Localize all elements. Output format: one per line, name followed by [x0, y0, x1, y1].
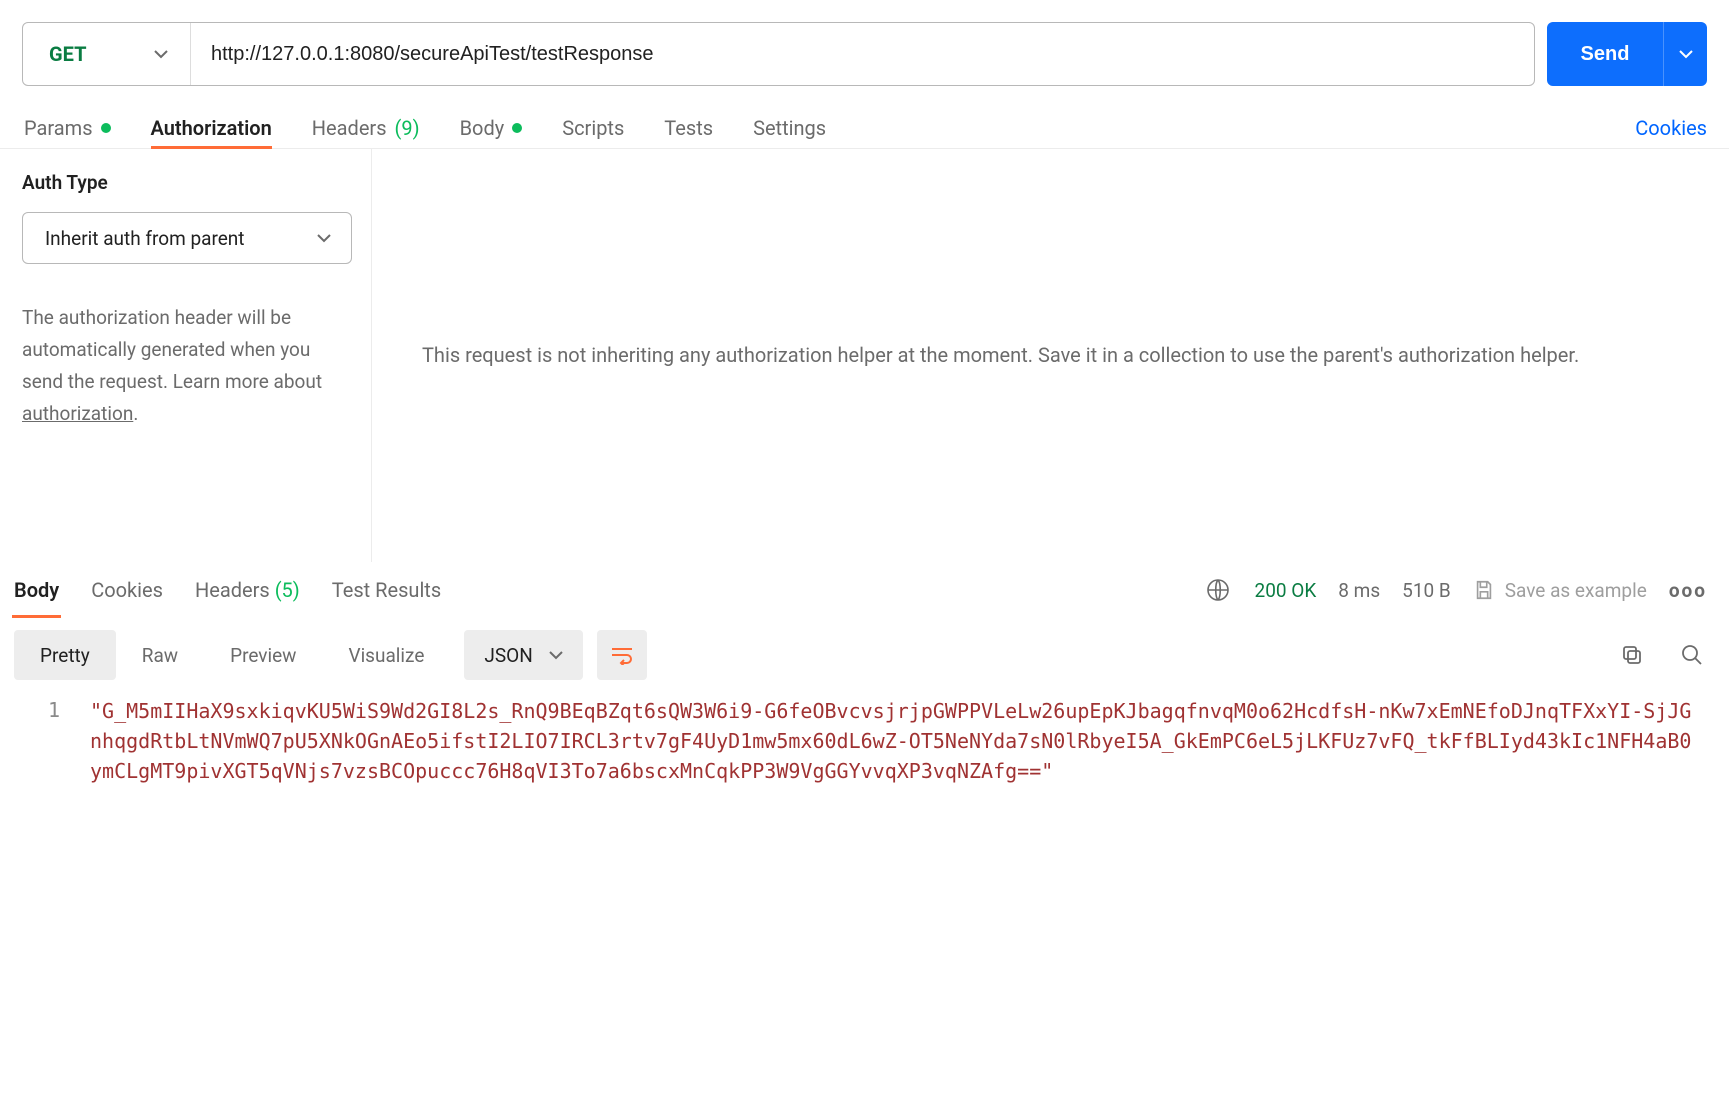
response-view-bar: Pretty Raw Preview Visualize JSON [0, 618, 1729, 690]
cookies-link[interactable]: Cookies [1635, 116, 1707, 140]
chevron-down-icon [549, 650, 563, 660]
tab-settings-label: Settings [753, 116, 826, 140]
request-url-input[interactable] [191, 23, 1534, 85]
search-icon [1680, 643, 1704, 667]
auth-type-selected: Inherit auth from parent [45, 227, 245, 250]
response-size: 510 B [1402, 579, 1451, 602]
auth-panel-row: Auth Type Inherit auth from parent The a… [0, 149, 1729, 562]
view-raw[interactable]: Raw [116, 630, 204, 680]
res-tab-headers-count: (5) [275, 578, 300, 602]
response-body: 1 "G_M5mIIHaX9sxkiqvKU5WiS9Wd2GI8L2s_RnQ… [0, 690, 1729, 786]
response-status: 200 OK [1255, 579, 1317, 602]
auth-info-pane: This request is not inheriting any autho… [372, 149, 1729, 562]
tab-body-label: Body [460, 116, 505, 140]
request-bar: GET Send [0, 0, 1729, 86]
response-body-text[interactable]: "G_M5mIIHaX9sxkiqvKU5WiS9Wd2GI8L2s_RnQ9B… [90, 696, 1715, 786]
tab-params-label: Params [24, 116, 93, 140]
auth-desc-post: . [133, 402, 138, 425]
send-button-group: Send [1547, 22, 1707, 86]
save-as-example-label: Save as example [1505, 579, 1647, 602]
auth-info-message: This request is not inheriting any autho… [422, 340, 1579, 371]
dot-indicator-icon [101, 123, 111, 133]
save-icon [1473, 579, 1495, 601]
body-language-label: JSON [484, 644, 532, 667]
view-visualize[interactable]: Visualize [322, 630, 450, 680]
body-language-select[interactable]: JSON [464, 630, 582, 680]
tab-scripts[interactable]: Scripts [562, 108, 624, 148]
response-tabs: Body Cookies Headers (5) Test Results 20… [0, 562, 1729, 618]
view-preview[interactable]: Preview [204, 630, 322, 680]
wrap-lines-button[interactable] [597, 630, 647, 680]
tab-params[interactable]: Params [24, 108, 111, 148]
send-dropdown-button[interactable] [1663, 22, 1707, 86]
auth-description: The authorization header will be automat… [22, 302, 347, 430]
view-actions-right [1617, 640, 1707, 670]
response-time: 8 ms [1338, 579, 1380, 602]
tab-headers-label: Headers [312, 116, 387, 140]
tab-tests[interactable]: Tests [664, 108, 713, 148]
search-response-button[interactable] [1677, 640, 1707, 670]
copy-icon [1620, 643, 1644, 667]
chevron-down-icon [317, 233, 331, 243]
tab-scripts-label: Scripts [562, 116, 624, 140]
res-tab-test-results[interactable]: Test Results [330, 562, 443, 618]
line-number: 1 [14, 696, 90, 786]
wrap-icon [610, 645, 634, 665]
body-view-toggle: Pretty Raw Preview Visualize [14, 630, 450, 680]
view-pretty[interactable]: Pretty [14, 630, 116, 680]
http-method-select[interactable]: GET [23, 23, 191, 85]
auth-type-title: Auth Type [22, 171, 347, 194]
tab-authorization-label: Authorization [151, 116, 272, 140]
auth-panel: Auth Type Inherit auth from parent The a… [0, 149, 372, 562]
more-actions-button[interactable]: ooo [1669, 579, 1707, 602]
dot-indicator-icon [512, 123, 522, 133]
save-as-example-button[interactable]: Save as example [1473, 579, 1647, 602]
globe-icon[interactable] [1203, 575, 1233, 605]
auth-desc-text: The authorization header will be automat… [22, 306, 322, 393]
tab-settings[interactable]: Settings [753, 108, 826, 148]
request-tabs: Params Authorization Headers (9) Body Sc… [0, 86, 1729, 149]
response-meta: 200 OK 8 ms 510 B Save as example ooo [1203, 575, 1707, 605]
chevron-down-icon [154, 49, 168, 59]
res-tab-body[interactable]: Body [12, 562, 61, 618]
http-method-label: GET [49, 42, 86, 66]
url-box: GET [22, 22, 1535, 86]
tab-body[interactable]: Body [460, 108, 523, 148]
tab-tests-label: Tests [664, 116, 713, 140]
tab-authorization[interactable]: Authorization [151, 108, 272, 148]
res-tab-headers-label: Headers [195, 578, 270, 602]
res-tab-cookies[interactable]: Cookies [89, 562, 165, 618]
tab-headers-count: (9) [395, 116, 420, 140]
tab-headers[interactable]: Headers (9) [312, 108, 420, 148]
copy-response-button[interactable] [1617, 640, 1647, 670]
authorization-docs-link[interactable]: authorization [22, 402, 133, 425]
auth-type-select[interactable]: Inherit auth from parent [22, 212, 352, 264]
send-button[interactable]: Send [1547, 22, 1663, 86]
res-tab-headers[interactable]: Headers (5) [193, 562, 302, 618]
